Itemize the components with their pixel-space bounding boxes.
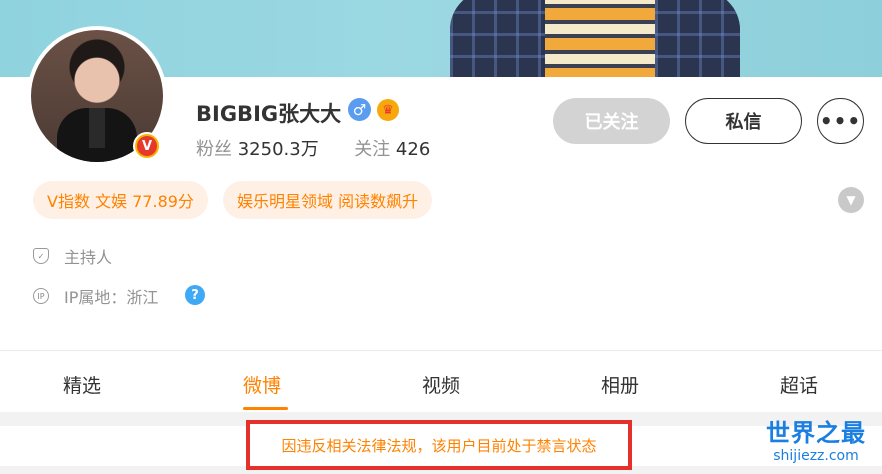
fans-label: 粉丝: [196, 139, 232, 160]
tabs-divider: [0, 350, 882, 351]
occupation-row: ✓ 主持人: [33, 244, 112, 268]
followed-button[interactable]: 已关注: [553, 98, 670, 144]
following-count[interactable]: 426: [396, 139, 430, 160]
question-icon[interactable]: ?: [185, 285, 205, 305]
fans-count[interactable]: 3250.3万: [238, 139, 319, 160]
watermark-domain: shijiezz.com: [773, 448, 859, 464]
occupation-text: 主持人: [64, 248, 113, 267]
v-index-tag[interactable]: V指数 文娱 77.89分: [33, 181, 208, 219]
watermark-logo: 世界之最 shijiezz.com: [757, 418, 875, 464]
male-icon: ♂: [348, 98, 371, 121]
tab-super-topic[interactable]: 超话: [780, 371, 818, 398]
profile-page: V BIGBIG张大大 ♂ ♛ 粉丝 3250.3万 关注 426 已关注 私信…: [0, 0, 882, 474]
ip-location-icon: IP: [33, 288, 49, 304]
following-label: 关注: [354, 139, 391, 160]
tab-weibo[interactable]: 微博: [243, 371, 281, 398]
crown-icon[interactable]: ♛: [377, 99, 399, 121]
profile-stats: 粉丝 3250.3万 关注 426: [196, 135, 430, 161]
tab-albums[interactable]: 相册: [601, 371, 639, 398]
message-button[interactable]: 私信: [685, 98, 802, 144]
tab-featured[interactable]: 精选: [63, 371, 101, 398]
watermark-title: 世界之最: [766, 419, 866, 447]
active-tab-indicator: [243, 407, 288, 410]
shield-icon: ✓: [33, 248, 49, 264]
cover-photo-figure: [450, 0, 740, 77]
ban-notice: 因违反相关法律法规，该用户目前处于禁言状态: [246, 420, 632, 470]
domain-tag[interactable]: 娱乐明星领域 阅读数飙升: [223, 181, 433, 219]
chevron-down-icon[interactable]: ▼: [838, 187, 864, 213]
verified-v-icon: V: [133, 132, 161, 160]
ip-location-text: IP属地：浙江: [64, 288, 159, 307]
tab-videos[interactable]: 视频: [422, 371, 460, 398]
ip-row: IP IP属地：浙江: [33, 284, 158, 308]
more-options-button[interactable]: •••: [817, 98, 864, 144]
profile-name: BIGBIG张大大: [196, 102, 342, 126]
